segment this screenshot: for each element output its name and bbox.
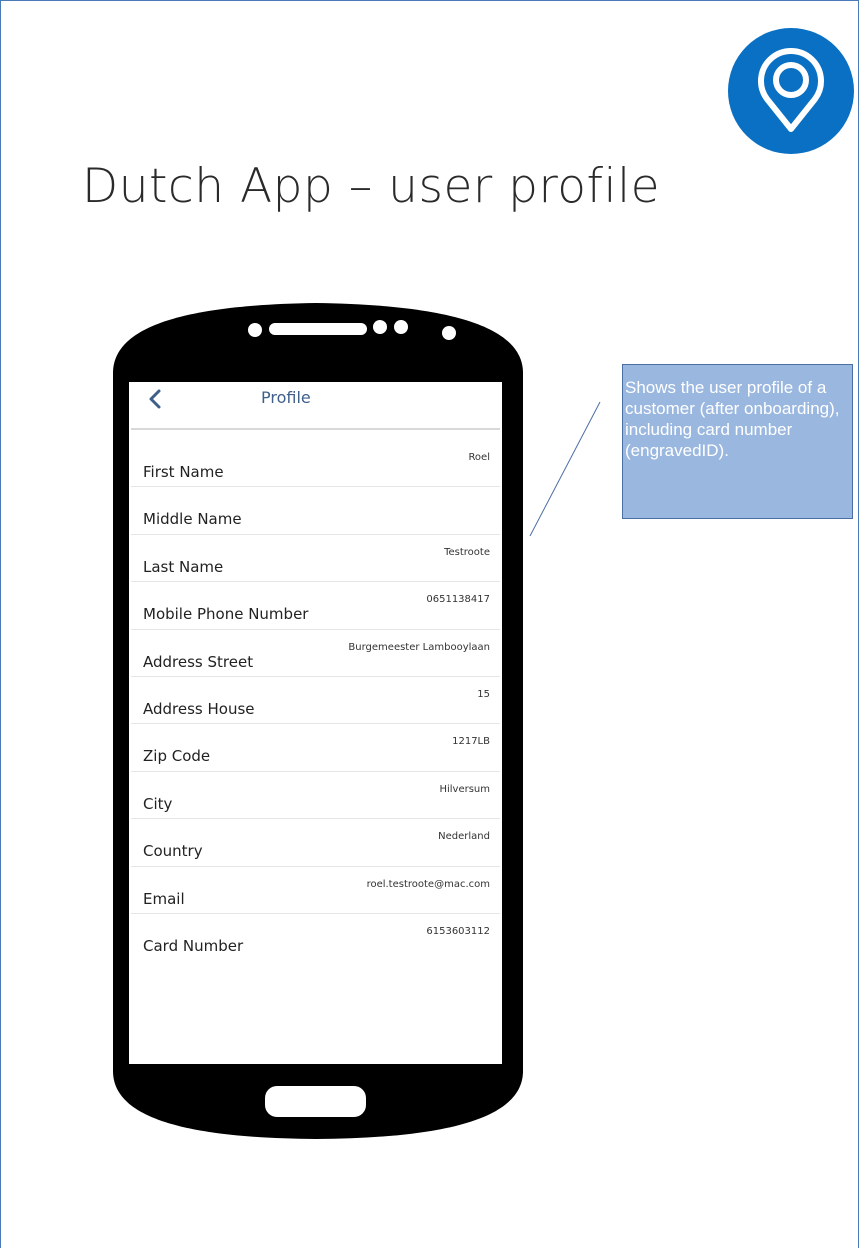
slide: Dutch App – user profile Profile First N… — [0, 0, 859, 1248]
callout-box: Shows the user profile of a customer (af… — [622, 364, 853, 519]
callout-connector — [529, 401, 601, 537]
